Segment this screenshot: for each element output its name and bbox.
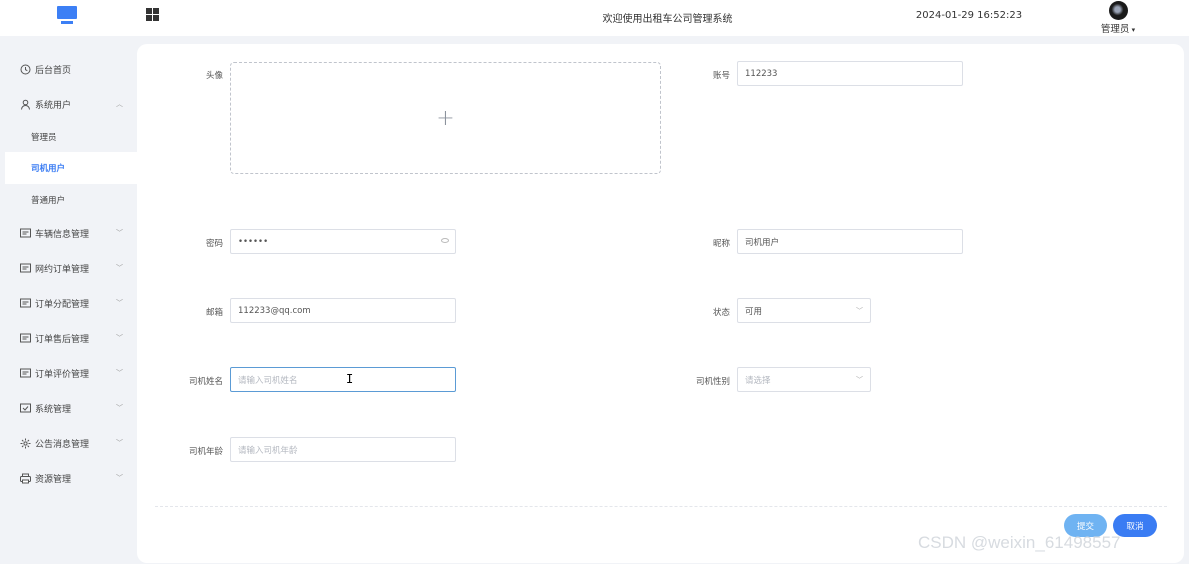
driver-age-placeholder: 请输入司机年龄 [238,445,298,456]
driver-name-field[interactable]: 请输入司机姓名 [230,367,456,392]
chevron-down-icon: ﹀ [856,376,863,384]
user-icon [19,98,31,110]
chevron-down-icon: ﹀ [116,229,123,237]
password-label: 密码 [205,239,223,249]
driver-gender-placeholder: 请选择 [745,375,771,386]
driver-gender-select[interactable]: 请选择 ﹀ [737,367,871,392]
sidebar-item-label: 资源管理 [35,474,72,485]
plus-icon: + [436,105,455,131]
sidebar-item-vehicle[interactable]: 车辆信息管理 ﹀ [0,217,137,249]
sidebar-item-label: 车辆信息管理 [35,229,90,240]
sidebar-subitem-driver[interactable]: 司机用户 [5,152,137,184]
driver-name-label: 司机姓名 [188,377,223,387]
nickname-label: 昵称 [712,239,730,249]
driver-age-label: 司机年龄 [188,447,223,457]
current-datetime: 2024-01-29 16:52:23 [915,10,1023,21]
card-icon [19,332,31,344]
caret-down-icon: ▾ [1129,26,1136,34]
sidebar-item-home[interactable]: 后台首页 [0,53,137,85]
printer-icon [19,472,31,484]
chevron-down-icon: ﹀ [116,439,123,447]
sidebar-item-label: 订单售后管理 [35,334,90,345]
sidebar-item-after-sales[interactable]: 订单售后管理 ﹀ [0,322,137,354]
chevron-down-icon: ﹀ [116,474,123,482]
sidebar-item-label: 系统用户 [35,100,72,111]
sidebar-item-announcements[interactable]: 公告消息管理 ﹀ [0,427,137,459]
avatar [1108,1,1128,20]
sidebar-item-online-orders[interactable]: 网约订单管理 ﹀ [0,252,137,284]
clock-icon [19,63,31,75]
sidebar-item-order-assign[interactable]: 订单分配管理 ﹀ [0,287,137,319]
sidebar-item-label: 后台首页 [35,65,72,76]
grid-icon[interactable] [146,8,159,21]
welcome-title: 欢迎使用出租车公司管理系统 [602,14,733,25]
account-field[interactable]: 112233 [737,61,963,86]
chevron-down-icon: ﹀ [116,264,123,272]
sidebar: 后台首页 系统用户 ︿ 管理员 司机用户 普通用户 车辆信息管理 ﹀ 网约订单管… [0,44,137,564]
status-select[interactable]: 可用 ﹀ [737,298,871,323]
account-label: 账号 [712,71,730,81]
sidebar-subitem-admin[interactable]: 管理员 [5,121,137,153]
card-icon [19,262,31,274]
chevron-down-icon: ﹀ [116,334,123,342]
chevron-up-icon: ︿ [116,100,123,108]
chevron-down-icon: ﹀ [116,404,123,412]
sidebar-item-label: 公告消息管理 [35,439,90,450]
avatar-label: 头像 [205,71,223,81]
chevron-down-icon: ﹀ [116,299,123,307]
sun-icon [19,437,31,449]
form-divider [155,506,1167,507]
status-label: 状态 [712,308,730,318]
eye-icon[interactable] [441,238,449,243]
driver-gender-label: 司机性别 [695,377,730,387]
text-cursor-icon: I [346,372,354,386]
top-header: 欢迎使用出租车公司管理系统 2024-01-29 16:52:23 管理员 ▾ [0,0,1189,36]
nickname-field[interactable]: 司机用户 [737,229,963,254]
password-value: •••••• [238,236,269,247]
status-value: 可用 [745,306,763,317]
watermark: CSDN @weixin_61498557 [918,533,1121,552]
chevron-down-icon: ﹀ [856,307,863,315]
email-field[interactable]: 112233@qq.com [230,298,456,323]
password-field[interactable]: •••••• [230,229,456,254]
email-label: 邮箱 [205,308,223,318]
driver-age-field[interactable]: 请输入司机年龄 [230,437,456,462]
username-label: 管理员 [1100,24,1130,35]
card-icon [19,367,31,379]
sidebar-item-label: 系统管理 [35,404,72,415]
user-menu[interactable]: 管理员 ▾ [1097,1,1139,35]
card-icon [19,227,31,239]
checkbox-icon [19,402,31,414]
sidebar-item-system-manage[interactable]: 系统管理 ﹀ [0,392,137,424]
avatar-upload[interactable]: + [230,62,661,174]
nickname-value: 司机用户 [745,237,780,248]
sidebar-item-label: 订单分配管理 [35,299,90,310]
account-value: 112233 [745,68,778,79]
sidebar-item-label: 网约订单管理 [35,264,90,275]
sidebar-item-resources[interactable]: 资源管理 ﹀ [0,462,137,494]
monitor-icon[interactable] [57,6,77,26]
card-icon [19,297,31,309]
driver-name-placeholder: 请输入司机姓名 [238,375,298,386]
sidebar-item-system-users[interactable]: 系统用户 ︿ [0,88,137,120]
sidebar-item-order-review[interactable]: 订单评价管理 ﹀ [0,357,137,389]
sidebar-subitem-normal-user[interactable]: 普通用户 [5,184,137,216]
chevron-down-icon: ﹀ [116,369,123,377]
email-value: 112233@qq.com [238,305,311,316]
sidebar-item-label: 订单评价管理 [35,369,90,380]
